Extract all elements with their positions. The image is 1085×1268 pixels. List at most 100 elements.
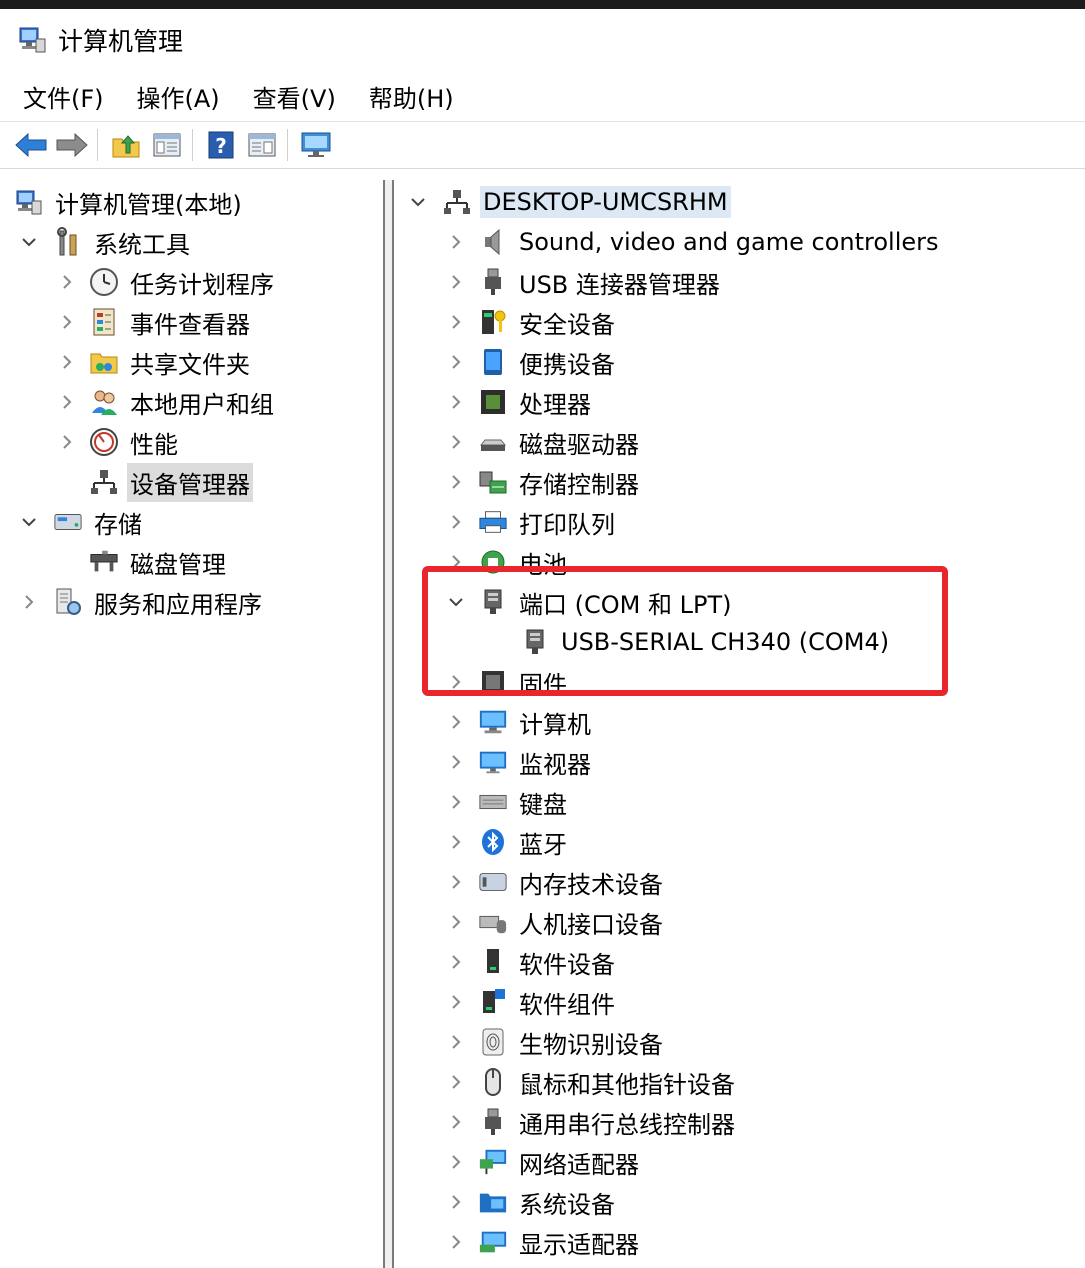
menu-file[interactable]: 文件(F) xyxy=(23,79,104,114)
device-item[interactable]: USB-SERIAL CH340 (COM4) xyxy=(520,622,892,662)
hid-icon xyxy=(478,907,508,937)
menu-help[interactable]: 帮助(H) xyxy=(369,79,454,114)
toolbar-separator xyxy=(97,129,98,161)
device-category[interactable]: 蓝牙 xyxy=(444,822,570,862)
chevron-right-icon[interactable] xyxy=(444,1150,468,1174)
device-category[interactable]: 磁盘驱动器 xyxy=(444,422,642,462)
device-category[interactable]: 电池 xyxy=(444,542,570,582)
menu-action[interactable]: 操作(A) xyxy=(137,79,220,114)
chevron-right-icon[interactable] xyxy=(55,390,79,414)
tree-item-event-viewer[interactable]: 事件查看器 xyxy=(55,302,253,342)
device-category[interactable]: 监视器 xyxy=(444,742,594,782)
device-category[interactable]: 系统设备 xyxy=(444,1182,618,1222)
device-tree-root[interactable]: DESKTOP-UMCSRHM xyxy=(406,182,731,222)
chevron-right-icon[interactable] xyxy=(17,590,41,614)
chevron-right-icon[interactable] xyxy=(444,870,468,894)
chevron-right-icon[interactable] xyxy=(444,750,468,774)
chevron-right-icon[interactable] xyxy=(444,350,468,374)
device-category[interactable]: Sound, video and game controllers xyxy=(444,222,942,262)
tree-item-computer-management[interactable]: 计算机管理(本地) xyxy=(14,182,245,222)
disk-management-icon xyxy=(89,547,119,577)
forward-arrow-icon[interactable] xyxy=(53,126,91,164)
chevron-down-icon[interactable] xyxy=(17,230,41,254)
device-category[interactable]: 便携设备 xyxy=(444,342,618,382)
device-category[interactable]: 网络适配器 xyxy=(444,1142,642,1182)
device-category[interactable]: 生物识别设备 xyxy=(444,1022,666,1062)
device-category[interactable]: 键盘 xyxy=(444,782,570,822)
tree-item-disk-management[interactable]: 磁盘管理 xyxy=(89,542,229,582)
chevron-right-icon[interactable] xyxy=(444,510,468,534)
up-folder-icon[interactable] xyxy=(107,126,145,164)
tree-item-shared-folders[interactable]: 共享文件夹 xyxy=(55,342,253,382)
chevron-right-icon[interactable] xyxy=(444,790,468,814)
software-device-icon xyxy=(478,947,508,977)
device-category[interactable]: 显示适配器 xyxy=(444,1222,642,1262)
device-category[interactable]: 人机接口设备 xyxy=(444,902,666,942)
chevron-right-icon[interactable] xyxy=(444,950,468,974)
tree-item-local-users[interactable]: 本地用户和组 xyxy=(55,382,277,422)
tree-item-label: 计算机管理(本地) xyxy=(55,190,242,219)
device-category[interactable]: 软件设备 xyxy=(444,942,618,982)
tree-item-label: 设备管理器 xyxy=(127,462,253,502)
device-category[interactable]: 通用串行总线控制器 xyxy=(444,1102,738,1142)
pane-splitter[interactable] xyxy=(385,180,392,1268)
chevron-right-icon[interactable] xyxy=(444,670,468,694)
device-category[interactable]: 软件组件 xyxy=(444,982,618,1022)
chevron-right-icon[interactable] xyxy=(444,390,468,414)
chevron-down-icon[interactable] xyxy=(406,190,430,214)
chevron-down-icon[interactable] xyxy=(17,510,41,534)
chevron-right-icon[interactable] xyxy=(444,1110,468,1134)
device-category[interactable]: 鼠标和其他指针设备 xyxy=(444,1062,738,1102)
tree-item-device-manager[interactable]: 设备管理器 xyxy=(89,462,253,502)
chevron-right-icon[interactable] xyxy=(55,430,79,454)
chevron-right-icon[interactable] xyxy=(444,910,468,934)
chevron-right-icon[interactable] xyxy=(55,270,79,294)
chevron-right-icon[interactable] xyxy=(444,990,468,1014)
menu-view[interactable]: 查看(V) xyxy=(253,79,336,114)
chevron-down-icon[interactable] xyxy=(444,590,468,614)
device-item-label: USB-SERIAL CH340 (COM4) xyxy=(561,628,890,656)
device-category[interactable]: 存储控制器 xyxy=(444,462,642,502)
chevron-right-icon[interactable] xyxy=(444,1230,468,1254)
chevron-right-icon[interactable] xyxy=(444,430,468,454)
chevron-right-icon[interactable] xyxy=(444,1190,468,1214)
device-category[interactable]: USB 连接器管理器 xyxy=(444,262,723,302)
tree-item-label: 性能 xyxy=(130,430,178,459)
device-category[interactable]: 处理器 xyxy=(444,382,594,422)
tree-item-task-scheduler[interactable]: 任务计划程序 xyxy=(55,262,277,302)
device-category-label: 内存技术设备 xyxy=(519,870,663,899)
chevron-right-icon[interactable] xyxy=(444,1030,468,1054)
help-icon[interactable]: ? xyxy=(202,126,240,164)
device-category-label: 人机接口设备 xyxy=(519,910,663,939)
chevron-right-icon[interactable] xyxy=(55,350,79,374)
chevron-right-icon[interactable] xyxy=(444,550,468,574)
chevron-right-icon[interactable] xyxy=(55,310,79,334)
properties-panel-icon[interactable] xyxy=(243,126,281,164)
device-category-label: 键盘 xyxy=(519,790,567,819)
tree-item-storage[interactable]: 存储 xyxy=(17,502,145,542)
chevron-right-icon[interactable] xyxy=(444,710,468,734)
chevron-right-icon[interactable] xyxy=(444,230,468,254)
computer-root-icon xyxy=(442,187,472,217)
chevron-right-icon[interactable] xyxy=(444,310,468,334)
tree-item-system-tools[interactable]: 系统工具 xyxy=(17,222,193,262)
chevron-right-icon[interactable] xyxy=(444,470,468,494)
tree-item-label: 本地用户和组 xyxy=(130,390,274,419)
chevron-right-icon[interactable] xyxy=(444,1070,468,1094)
device-category-expanded[interactable]: 端口 (COM 和 LPT) xyxy=(444,582,734,622)
show-hide-tree-icon[interactable] xyxy=(148,126,186,164)
software-component-icon xyxy=(478,987,508,1017)
chevron-right-icon[interactable] xyxy=(444,270,468,294)
device-category[interactable]: 计算机 xyxy=(444,702,594,742)
device-category[interactable]: 打印队列 xyxy=(444,502,618,542)
tree-item-performance[interactable]: 性能 xyxy=(55,422,181,462)
back-arrow-icon[interactable] xyxy=(12,126,50,164)
device-category[interactable]: 安全设备 xyxy=(444,302,618,342)
chevron-right-icon[interactable] xyxy=(444,830,468,854)
tree-item-services-applications[interactable]: 服务和应用程序 xyxy=(17,582,265,622)
monitor-icon[interactable] xyxy=(297,126,335,164)
device-category-label: 通用串行总线控制器 xyxy=(519,1110,735,1139)
device-category[interactable]: 内存技术设备 xyxy=(444,862,666,902)
device-category[interactable]: 固件 xyxy=(444,662,570,702)
usb-plug-icon xyxy=(478,267,508,297)
